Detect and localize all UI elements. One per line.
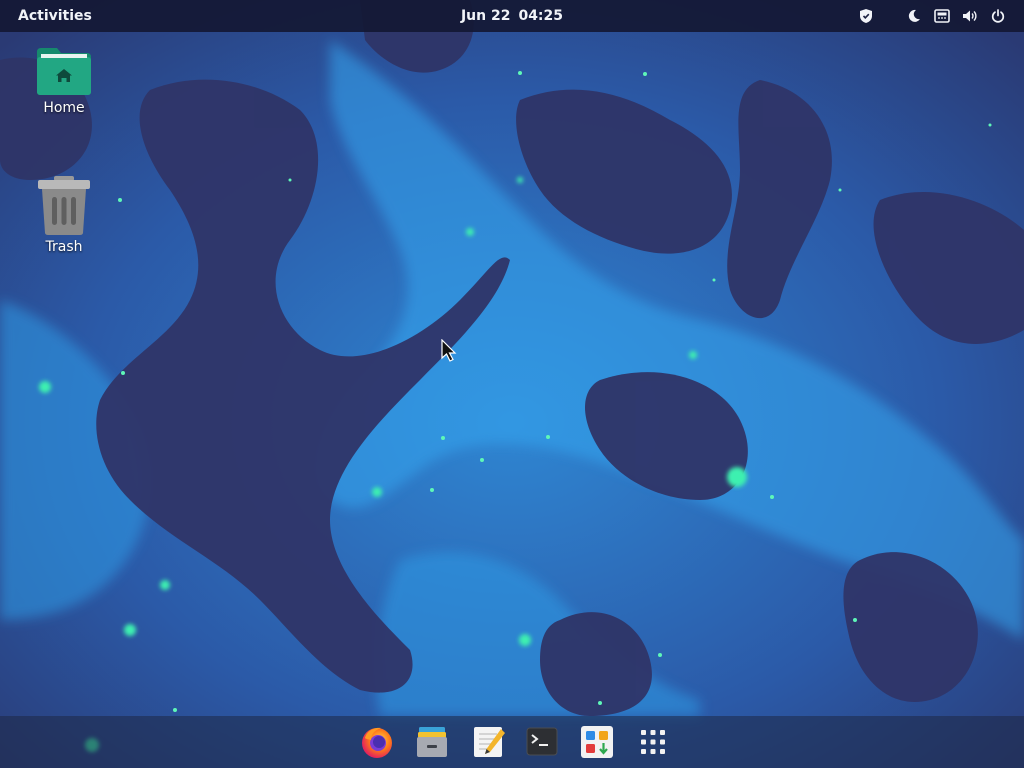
system-menu[interactable] <box>905 0 1007 32</box>
software-center-icon <box>581 726 613 758</box>
files-icon <box>417 727 447 757</box>
app-grid-icon <box>641 730 665 754</box>
activities-button[interactable]: Activities <box>18 0 92 32</box>
dock-terminal[interactable] <box>523 723 561 761</box>
home-folder-icon <box>35 44 93 96</box>
privacy-indicator[interactable] <box>857 0 875 32</box>
dock-show-applications[interactable] <box>634 723 672 761</box>
top-bar: Activities Jun 22 04:25 <box>0 0 1024 32</box>
dock-software-center[interactable] <box>578 723 616 761</box>
desktop-icon-home[interactable]: Home <box>19 40 109 116</box>
desktop-icon-label: Trash <box>45 239 83 255</box>
mouse-cursor-icon <box>441 339 457 362</box>
firefox-icon <box>362 727 392 758</box>
shield-icon <box>857 7 875 25</box>
desktop-icon-label: Home <box>43 100 85 116</box>
clock-date: Jun 22 <box>460 8 511 24</box>
dash-dock <box>0 716 1024 768</box>
text-editor-icon <box>474 727 505 757</box>
dock-firefox[interactable] <box>358 723 396 761</box>
dock-text-editor[interactable] <box>470 723 508 761</box>
night-light-icon <box>905 7 923 25</box>
trash-icon <box>35 175 93 235</box>
dock-files[interactable] <box>413 723 451 761</box>
network-icon <box>933 7 951 25</box>
desktop-wallpaper <box>0 0 1024 768</box>
power-icon <box>989 7 1007 25</box>
terminal-icon <box>526 727 558 756</box>
volume-icon <box>961 7 979 25</box>
desktop-icon-trash[interactable]: Trash <box>19 173 109 255</box>
clock-time: 04:25 <box>518 8 564 24</box>
